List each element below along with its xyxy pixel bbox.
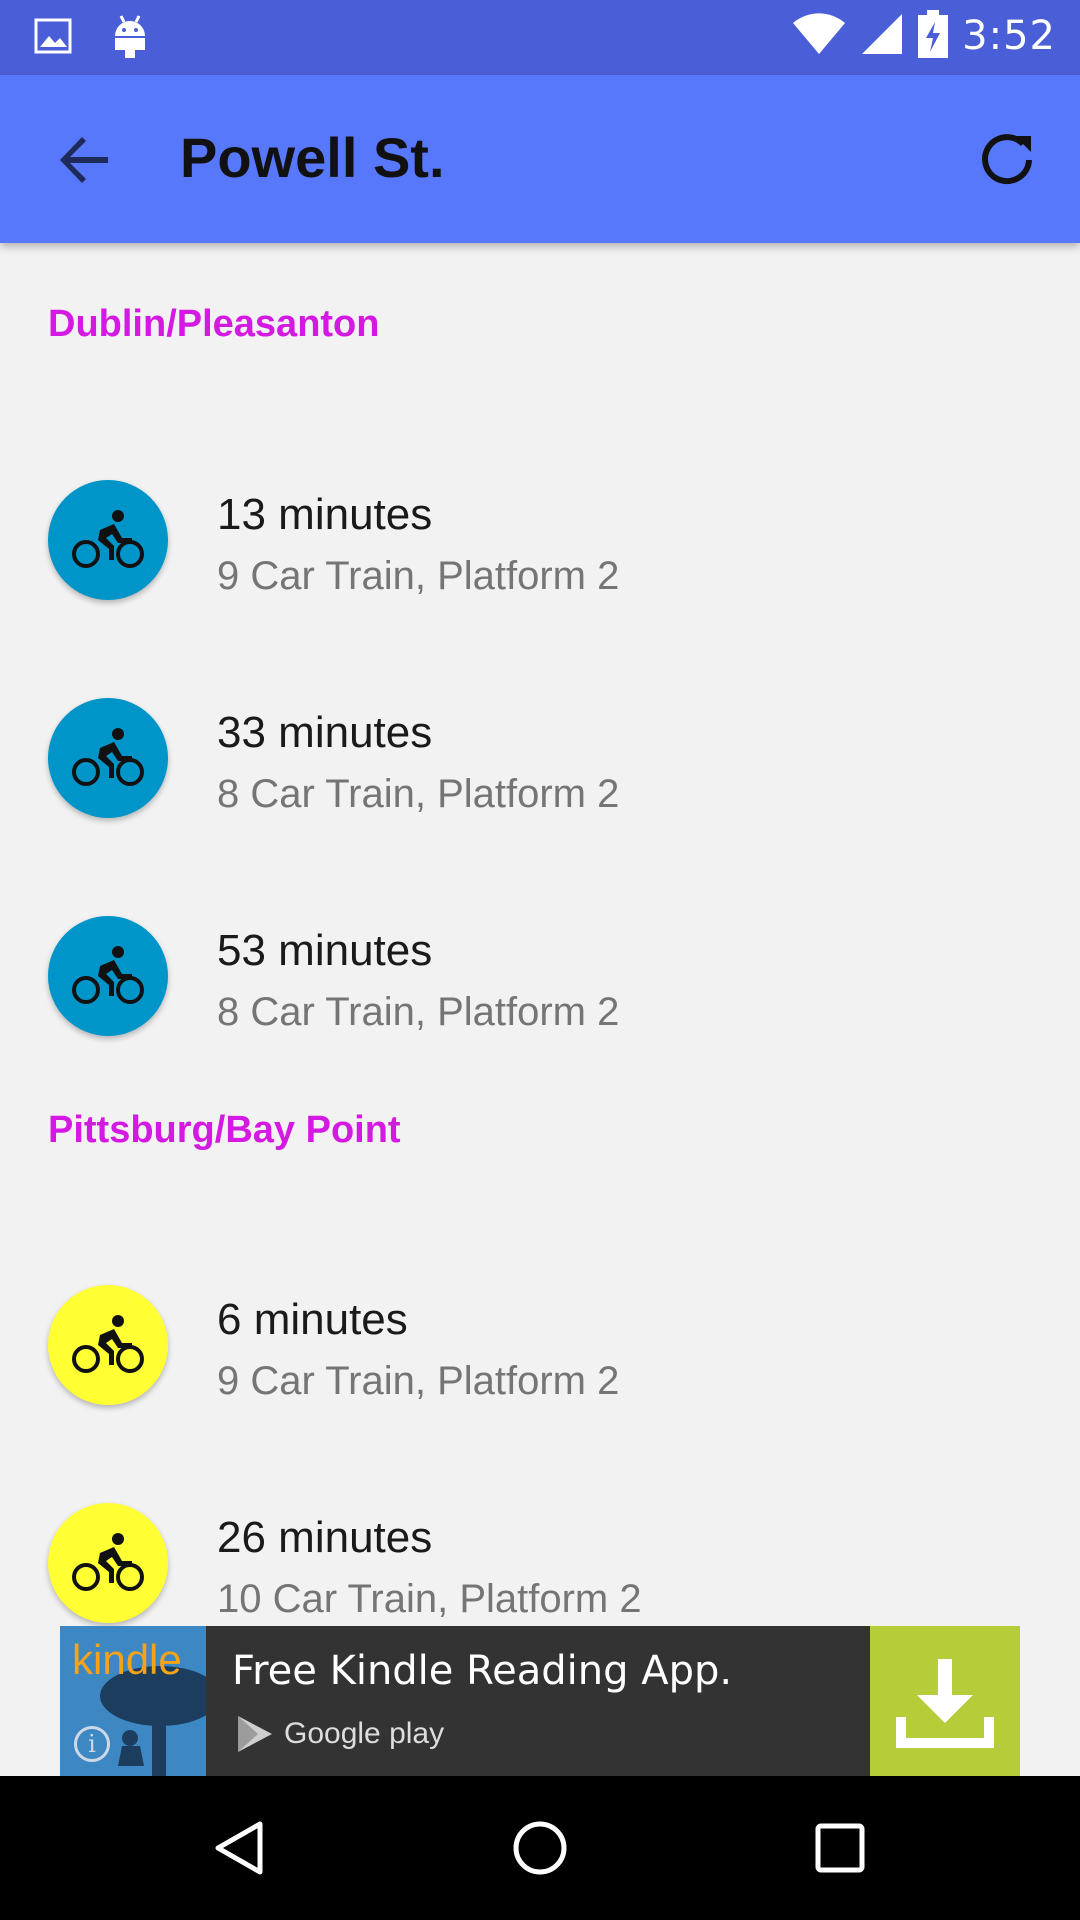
status-left-icons <box>34 14 148 62</box>
nav-home-icon <box>513 1821 567 1875</box>
bike-icon <box>72 1315 144 1373</box>
battery-charging-icon <box>918 10 949 62</box>
section-header-dublin: Dublin/Pleasanton <box>48 303 380 345</box>
nav-back-icon <box>215 1821 263 1875</box>
train-details: 9 Car Train, Platform 2 <box>217 554 620 598</box>
train-minutes: 33 minutes <box>217 708 433 757</box>
nav-recents-icon <box>815 1823 865 1873</box>
ad-text: Free Kindle Reading App. Google play <box>206 1626 870 1776</box>
status-right-icons: 3:52 <box>792 10 1056 62</box>
bike-icon <box>72 946 144 1004</box>
ad-brand: kindle <box>72 1636 182 1683</box>
back-button[interactable] <box>50 125 120 195</box>
image-icon <box>34 17 72 59</box>
wifi-icon <box>792 12 846 60</box>
section-header-pittsburg: Pittsburg/Bay Point <box>48 1109 401 1151</box>
nav-recents-button[interactable] <box>800 1808 880 1888</box>
download-icon <box>896 1659 994 1748</box>
bike-icon <box>72 510 144 568</box>
status-clock: 3:52 <box>962 13 1056 59</box>
train-minutes: 13 minutes <box>217 490 433 539</box>
play-store-icon <box>238 1716 272 1752</box>
train-minutes: 26 minutes <box>217 1513 433 1562</box>
ad-store-label: Google play <box>284 1717 445 1750</box>
ad-banner[interactable]: kindle i Free Kindle Reading App. Google… <box>60 1626 1020 1776</box>
train-details: 8 Car Train, Platform 2 <box>217 990 620 1034</box>
bike-icon <box>72 728 144 786</box>
route-color-badge <box>48 480 168 600</box>
route-color-badge <box>48 698 168 818</box>
ad-headline: Free Kindle Reading App. <box>232 1648 733 1694</box>
page-title: Powell St. <box>180 126 445 189</box>
list-item[interactable]: 13 minutes 9 Car Train, Platform 2 <box>0 450 1080 630</box>
list-item[interactable]: 6 minutes 9 Car Train, Platform 2 <box>0 1255 1080 1435</box>
list-item[interactable]: 33 minutes 8 Car Train, Platform 2 <box>0 668 1080 848</box>
nav-back-button[interactable] <box>200 1808 280 1888</box>
train-minutes: 6 minutes <box>217 1295 408 1344</box>
system-nav-bar <box>0 1776 1080 1920</box>
route-color-badge <box>48 1503 168 1623</box>
android-icon <box>112 14 148 62</box>
app-bar: Powell St. <box>0 75 1080 243</box>
nav-home-button[interactable] <box>500 1808 580 1888</box>
train-details: 8 Car Train, Platform 2 <box>217 772 620 816</box>
train-details: 10 Car Train, Platform 2 <box>217 1577 642 1621</box>
train-details: 9 Car Train, Platform 2 <box>217 1359 620 1403</box>
ad-download-button[interactable] <box>870 1626 1020 1776</box>
signal-icon <box>860 12 904 60</box>
ad-logo: kindle i <box>60 1626 206 1776</box>
bike-icon <box>72 1533 144 1591</box>
train-minutes: 53 minutes <box>217 926 433 975</box>
refresh-button[interactable] <box>972 125 1042 195</box>
refresh-icon <box>982 134 1032 185</box>
arrow-back-icon <box>60 137 108 183</box>
info-icon[interactable]: i <box>74 1726 110 1762</box>
list-item[interactable]: 53 minutes 8 Car Train, Platform 2 <box>0 886 1080 1066</box>
ad-store-badge: Google play <box>236 1714 444 1754</box>
route-color-badge <box>48 916 168 1036</box>
route-color-badge <box>48 1285 168 1405</box>
status-bar: 3:52 <box>0 0 1080 75</box>
